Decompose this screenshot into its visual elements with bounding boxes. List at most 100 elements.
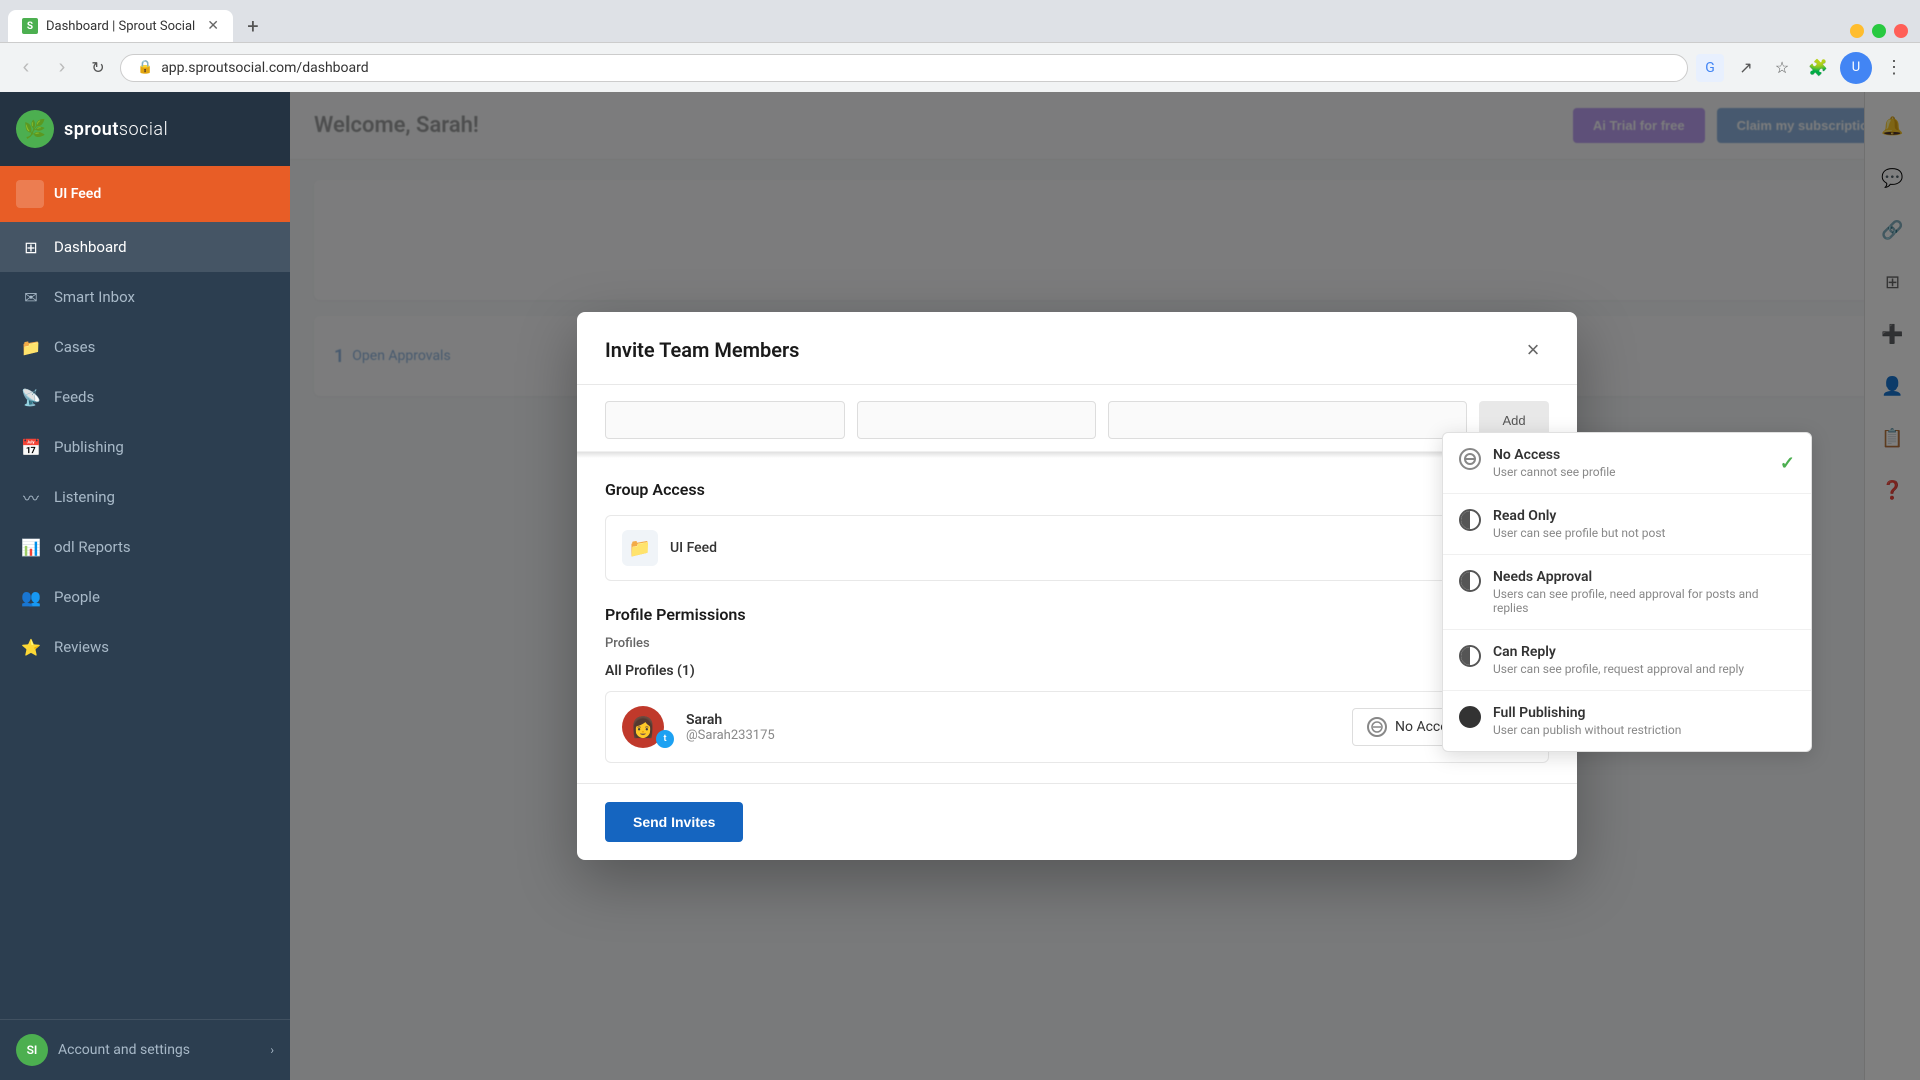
sidebar: 🌿 sproutsocial UI Feed ⊞ Dashboard ✉ Sma… bbox=[0, 92, 290, 1080]
sidebar-item-label: Reviews bbox=[54, 638, 109, 656]
maximize-button[interactable] bbox=[1872, 24, 1886, 38]
twitter-badge: t bbox=[656, 730, 674, 748]
window-controls bbox=[1850, 24, 1920, 42]
dropdown-item-text: No Access User cannot see profile bbox=[1493, 447, 1768, 479]
new-tab-button[interactable]: + bbox=[237, 10, 269, 42]
browser-nav-bar: ‹ › ↻ 🔒 app.sproutsocial.com/dashboard G… bbox=[0, 42, 1920, 92]
read-only-option-icon bbox=[1459, 509, 1481, 531]
group-item: 📁 UI Feed bbox=[605, 515, 1549, 581]
group-access-title: Group Access bbox=[605, 480, 1549, 499]
sidebar-item-reports[interactable]: 📊 odl Reports bbox=[0, 522, 290, 572]
sidebar-item-dashboard[interactable]: ⊞ Dashboard bbox=[0, 222, 290, 272]
sidebar-ui-feed[interactable]: UI Feed bbox=[0, 166, 290, 222]
permission-select-stub[interactable] bbox=[1108, 401, 1467, 439]
dropdown-item-title: Needs Approval bbox=[1493, 569, 1795, 585]
minimize-button[interactable] bbox=[1850, 24, 1864, 38]
tab-title: Dashboard | Sprout Social bbox=[46, 19, 195, 34]
active-tab[interactable]: S Dashboard | Sprout Social ✕ bbox=[8, 10, 233, 42]
dropdown-item-text: Full Publishing User can publish without… bbox=[1493, 705, 1795, 737]
needs-approval-option-icon bbox=[1459, 570, 1481, 592]
sidebar-item-label: Feeds bbox=[54, 388, 94, 406]
group-name: UI Feed bbox=[670, 540, 1532, 556]
dropdown-item-title: No Access bbox=[1493, 447, 1768, 463]
sidebar-item-people[interactable]: 👥 People bbox=[0, 572, 290, 622]
chevron-right-icon: › bbox=[270, 1043, 274, 1057]
dashboard-icon: ⊞ bbox=[20, 236, 42, 258]
dropdown-item-desc: User can see profile but not post bbox=[1493, 526, 1795, 540]
sidebar-item-listening[interactable]: 〰 Listening bbox=[0, 472, 290, 522]
modal-body: Add Group Access 📁 UI Feed Profile Permi… bbox=[577, 385, 1577, 783]
dropdown-item-needs-approval[interactable]: Needs Approval Users can see profile, ne… bbox=[1443, 555, 1811, 629]
no-access-option-icon bbox=[1459, 448, 1481, 470]
browser-menu[interactable]: ⋮ bbox=[1880, 54, 1908, 82]
all-profiles-title: All Profiles (1) bbox=[605, 663, 1549, 679]
feeds-icon: 📡 bbox=[20, 386, 42, 408]
send-invites-button[interactable]: Send Invites bbox=[605, 802, 743, 842]
role-select-stub[interactable] bbox=[857, 401, 1097, 439]
tab-favicon: S bbox=[22, 18, 38, 34]
close-tab-icon[interactable]: ✕ bbox=[207, 18, 219, 34]
people-icon: 👥 bbox=[20, 586, 42, 608]
close-button[interactable] bbox=[1894, 24, 1908, 38]
dropdown-item-no-access[interactable]: No Access User cannot see profile ✓ bbox=[1443, 433, 1811, 493]
brand-name: sproutsocial bbox=[64, 119, 168, 140]
browser-extension-google[interactable]: G bbox=[1696, 54, 1724, 82]
browser-bookmark[interactable]: ☆ bbox=[1768, 54, 1796, 82]
avatar: SI bbox=[16, 1034, 48, 1066]
sprout-icon: 🌿 bbox=[16, 110, 54, 148]
refresh-button[interactable]: ↻ bbox=[84, 54, 112, 82]
smart-inbox-icon: ✉ bbox=[20, 286, 42, 308]
sidebar-item-label: Publishing bbox=[54, 438, 124, 456]
folder-icon: 📁 bbox=[622, 530, 658, 566]
publishing-icon: 📅 bbox=[20, 436, 42, 458]
sidebar-item-label: Dashboard bbox=[54, 238, 127, 256]
dropdown-item-title: Read Only bbox=[1493, 508, 1795, 524]
ui-feed-icon bbox=[16, 180, 44, 208]
email-input-stub[interactable] bbox=[605, 401, 845, 439]
url-text: app.sproutsocial.com/dashboard bbox=[161, 60, 368, 76]
modal-footer: Send Invites bbox=[577, 783, 1577, 860]
back-button[interactable]: ‹ bbox=[12, 54, 40, 82]
main-area: Welcome, Sarah! Ai Trial for free Claim … bbox=[290, 92, 1920, 1080]
sidebar-item-feeds[interactable]: 📡 Feeds bbox=[0, 372, 290, 422]
profile-permissions-title: Profile Permissions bbox=[605, 605, 1549, 624]
sidebar-header: 🌿 sproutsocial bbox=[0, 92, 290, 166]
listening-icon: 〰 bbox=[20, 486, 42, 508]
dropdown-item-desc: User can see profile, request approval a… bbox=[1493, 662, 1795, 676]
group-access-section: Group Access 📁 UI Feed bbox=[577, 458, 1577, 597]
dropdown-item-read-only[interactable]: Read Only User can see profile but not p… bbox=[1443, 494, 1811, 554]
dropdown-item-title: Full Publishing bbox=[1493, 705, 1795, 721]
browser-profile[interactable]: U bbox=[1840, 52, 1872, 84]
sidebar-nav: ⊞ Dashboard ✉ Smart Inbox 📁 Cases 📡 Feed… bbox=[0, 222, 290, 1019]
dropdown-item-full-publishing[interactable]: Full Publishing User can publish without… bbox=[1443, 691, 1811, 751]
browser-extension-share[interactable]: ↗ bbox=[1732, 54, 1760, 82]
sidebar-item-label: Listening bbox=[54, 488, 115, 506]
modal-close-button[interactable]: × bbox=[1517, 334, 1549, 366]
sidebar-item-label: odl Reports bbox=[54, 538, 131, 556]
profiles-label: Profiles bbox=[605, 636, 650, 651]
modal-header: Invite Team Members × bbox=[577, 312, 1577, 385]
reports-icon: 📊 bbox=[20, 536, 42, 558]
sidebar-item-label: Smart Inbox bbox=[54, 288, 135, 306]
sidebar-item-label: Cases bbox=[54, 338, 95, 356]
sidebar-item-cases[interactable]: 📁 Cases bbox=[0, 322, 290, 372]
forward-button[interactable]: › bbox=[48, 54, 76, 82]
dropdown-item-title: Can Reply bbox=[1493, 644, 1795, 660]
form-top-area: Add bbox=[577, 385, 1577, 452]
sidebar-item-label: People bbox=[54, 588, 100, 606]
address-bar[interactable]: 🔒 app.sproutsocial.com/dashboard bbox=[120, 54, 1688, 82]
sidebar-item-publishing[interactable]: 📅 Publishing bbox=[0, 422, 290, 472]
browser-chrome: S Dashboard | Sprout Social ✕ + ‹ › ↻ 🔒 … bbox=[0, 0, 1920, 92]
can-reply-option-icon bbox=[1459, 645, 1481, 667]
sidebar-item-reviews[interactable]: ⭐ Reviews bbox=[0, 622, 290, 672]
profile-permissions-section: Profile Permissions Profiles bbox=[577, 597, 1577, 663]
cases-icon: 📁 bbox=[20, 336, 42, 358]
account-settings-label: Account and settings bbox=[58, 1042, 190, 1058]
browser-extensions[interactable]: 🧩 bbox=[1804, 54, 1832, 82]
dropdown-item-can-reply[interactable]: Can Reply User can see profile, request … bbox=[1443, 630, 1811, 690]
profile-row: 👩 t Sarah @Sarah233175 bbox=[605, 691, 1549, 763]
sidebar-footer[interactable]: SI Account and settings › bbox=[0, 1019, 290, 1080]
sidebar-item-smart-inbox[interactable]: ✉ Smart Inbox bbox=[0, 272, 290, 322]
reviews-icon: ⭐ bbox=[20, 636, 42, 658]
full-publishing-option-icon bbox=[1459, 706, 1481, 728]
